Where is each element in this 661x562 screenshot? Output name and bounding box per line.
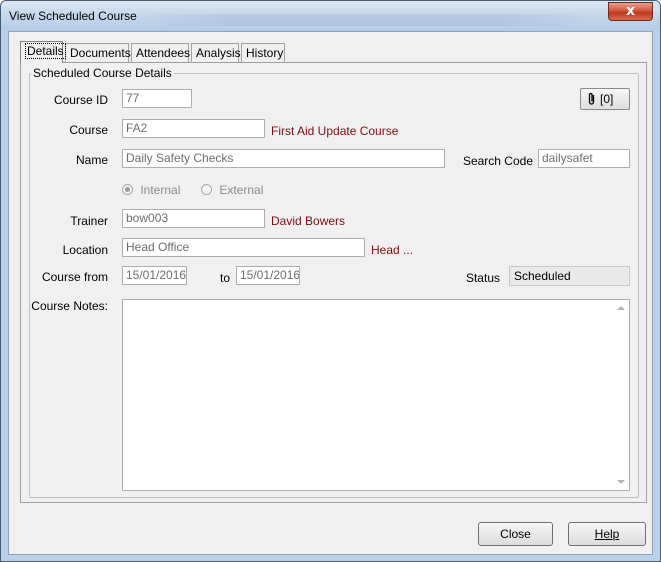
tab-details[interactable]: Details <box>20 41 66 63</box>
internal-label: Internal <box>140 183 181 197</box>
trainer-code-field[interactable]: bow003 <box>122 209 265 228</box>
status-label: Status <box>465 271 500 285</box>
external-radio[interactable] <box>201 184 212 195</box>
course-notes-textarea[interactable] <box>122 299 630 491</box>
course-code-field[interactable]: FA2 <box>122 119 265 138</box>
course-notes-label: Course Notes: <box>31 299 108 313</box>
status-value: Scheduled <box>509 266 630 286</box>
name-field[interactable]: Daily Safety Checks <box>122 149 445 168</box>
tab-history[interactable]: History <box>241 43 285 62</box>
tab-attendees[interactable]: Attendees <box>131 43 190 62</box>
dialog-window: View Scheduled Course x Details Document… <box>0 0 661 562</box>
tab-analysis[interactable]: Analysis <box>191 43 241 62</box>
window-title: View Scheduled Course <box>9 9 137 23</box>
internal-radio-option[interactable]: Internal <box>122 183 180 197</box>
trainer-label: Trainer <box>70 214 108 228</box>
course-from-field[interactable]: 15/01/2016 <box>122 266 187 285</box>
course-description: First Aid Update Course <box>271 124 399 138</box>
external-radio-option[interactable]: External <box>201 183 263 197</box>
location-label: Location <box>62 243 108 257</box>
title-bar-shadow <box>141 14 591 26</box>
search-code-label: Search Code <box>462 154 533 168</box>
attachment-count: [0] <box>600 92 614 106</box>
close-icon: x <box>625 3 636 19</box>
help-button[interactable]: Help <box>568 522 646 546</box>
title-bar[interactable]: View Scheduled Course x <box>1 1 660 31</box>
attachments-button[interactable]: [0] <box>580 88 630 110</box>
course-to-field[interactable]: 15/01/2016 <box>236 266 300 285</box>
trainer-name: David Bowers <box>271 214 346 228</box>
course-id-field[interactable]: 77 <box>122 89 192 108</box>
course-from-label: Course from <box>41 270 108 284</box>
internal-radio[interactable] <box>122 184 133 195</box>
notes-scrollbar[interactable] <box>612 300 629 490</box>
search-code-field[interactable]: dailysafet <box>538 149 630 168</box>
course-label: Course <box>69 123 108 137</box>
tab-documents[interactable]: Documents <box>65 43 131 62</box>
window-close-button[interactable]: x <box>608 2 653 21</box>
location-description: Head ... <box>371 243 414 257</box>
scroll-down-arrow-icon[interactable] <box>617 480 625 484</box>
close-button[interactable]: Close <box>478 522 553 546</box>
scroll-up-arrow-icon[interactable] <box>617 306 625 310</box>
course-id-label: Course ID <box>53 93 108 107</box>
name-label: Name <box>75 153 108 167</box>
course-to-label: to <box>220 271 231 285</box>
location-field[interactable]: Head Office <box>122 238 365 257</box>
group-title: Scheduled Course Details <box>31 66 174 80</box>
paperclip-icon <box>588 92 595 105</box>
dialog-client-area: Details Documents Attendees Analysis His… <box>8 31 653 555</box>
external-label: External <box>219 183 264 197</box>
